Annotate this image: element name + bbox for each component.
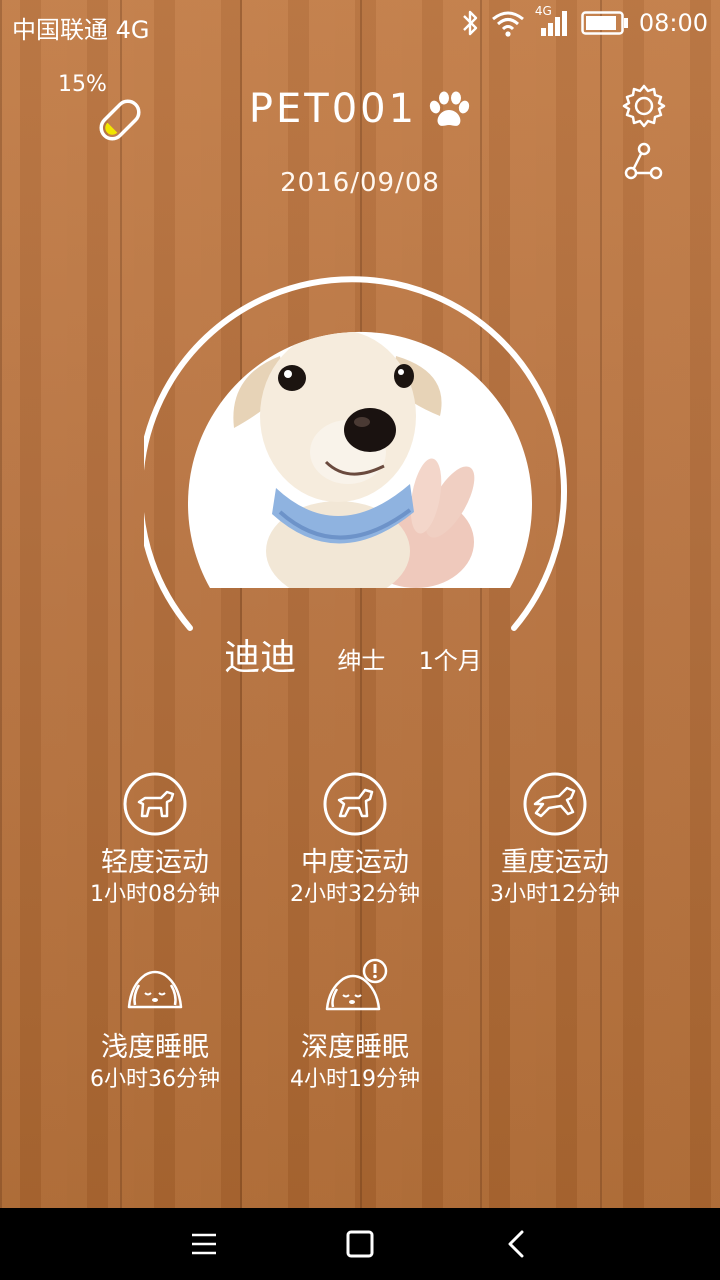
- status-icons: 4G 08:00: [459, 4, 708, 38]
- pet-photo[interactable]: [188, 316, 532, 588]
- deep-sleep-stat[interactable]: 深度睡眠 4小时19分钟: [255, 955, 455, 1095]
- pet-name: 迪迪: [224, 637, 297, 678]
- wifi-icon: [491, 11, 524, 37]
- pet-gender: 绅士: [337, 647, 386, 675]
- share-icon[interactable]: [624, 142, 664, 182]
- light-sleep-value: 6小时36分钟: [90, 1067, 220, 1092]
- heavy-exercise-label: 重度运动: [501, 847, 609, 878]
- deep-sleep-label: 深度睡眠: [301, 1032, 409, 1063]
- signal-icon: 4G: [535, 4, 571, 38]
- battery-icon: [581, 11, 628, 35]
- dog-sprint-icon: [523, 772, 587, 836]
- deep-sleep-value: 4小时19分钟: [290, 1067, 420, 1092]
- carrier-label: 中国联通 4G: [12, 16, 150, 44]
- pet-info: 迪迪 绅士 1个月: [0, 628, 720, 680]
- moderate-exercise-label: 中度运动: [301, 847, 409, 878]
- dog-walk-icon: [123, 772, 187, 836]
- heavy-exercise-value: 3小时12分钟: [490, 882, 620, 907]
- dog-run-icon: [323, 772, 387, 836]
- heavy-exercise-stat[interactable]: 重度运动 3小时12分钟: [455, 770, 655, 910]
- light-exercise-stat[interactable]: 轻度运动 1小时08分钟: [55, 770, 255, 910]
- pet-age: 1个月: [418, 647, 482, 675]
- moderate-exercise-value: 2小时32分钟: [290, 882, 420, 907]
- paw-icon: [429, 91, 470, 126]
- moderate-exercise-stat[interactable]: 中度运动 2小时32分钟: [255, 770, 455, 910]
- sleeping-dog-alert-icon: [325, 958, 388, 1011]
- settings-gear-icon[interactable]: [622, 84, 666, 128]
- device-id: PET001: [248, 86, 418, 132]
- status-bar: 中国联通 4G 4G 08:00: [0, 0, 720, 52]
- back-icon[interactable]: [500, 1228, 532, 1260]
- home-icon[interactable]: [344, 1228, 376, 1260]
- light-sleep-stat[interactable]: 浅度睡眠 6小时36分钟: [55, 955, 255, 1095]
- menu-icon[interactable]: [188, 1228, 220, 1260]
- bluetooth-icon: [462, 10, 478, 36]
- clock: 08:00: [638, 9, 708, 37]
- navigation-bar: [0, 1208, 720, 1280]
- device-title: PET001: [0, 86, 720, 132]
- light-sleep-label: 浅度睡眠: [101, 1032, 209, 1063]
- current-date[interactable]: 2016/09/08: [0, 168, 720, 198]
- sleeping-dog-icon: [127, 970, 183, 1009]
- light-exercise-label: 轻度运动: [101, 847, 209, 878]
- light-exercise-value: 1小时08分钟: [90, 882, 220, 907]
